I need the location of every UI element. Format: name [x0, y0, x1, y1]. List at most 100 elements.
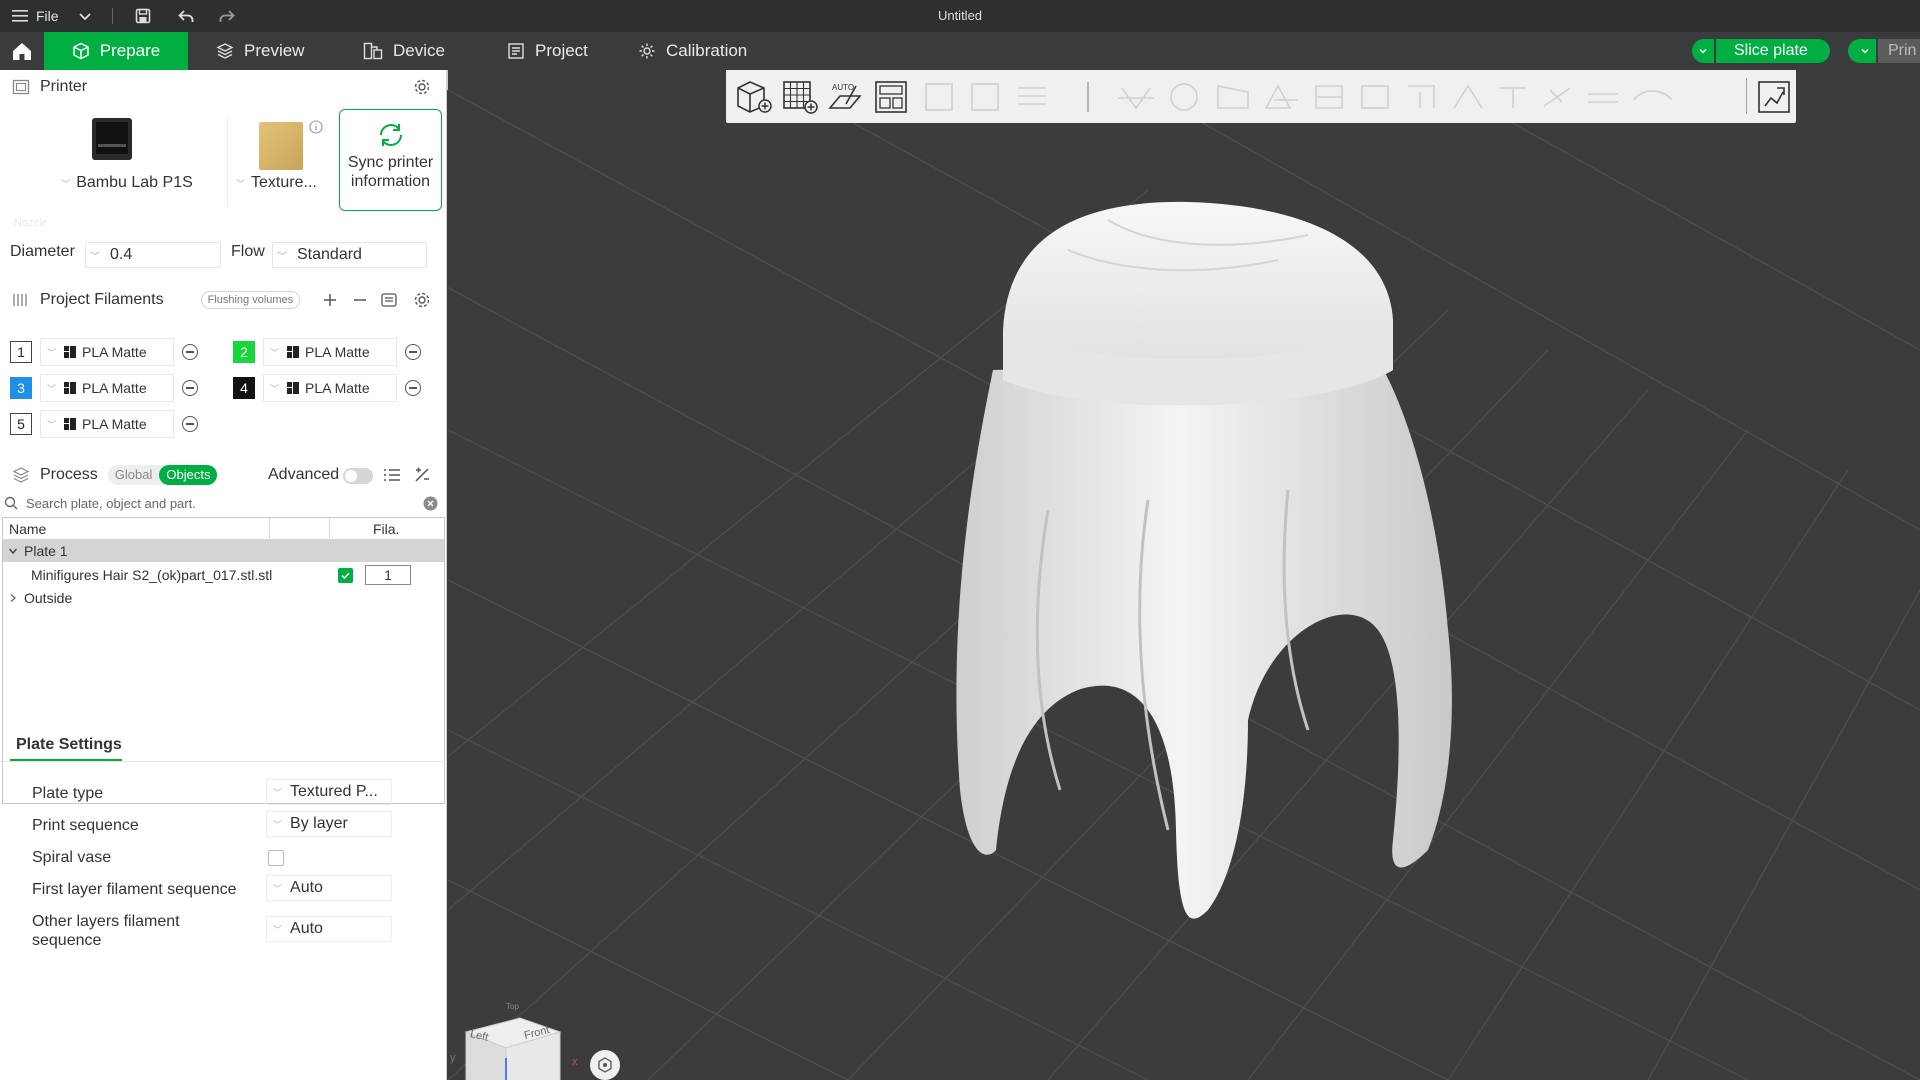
print-dropdown-arrow[interactable] — [1854, 39, 1876, 63]
filament-number-badge[interactable]: 5 — [10, 413, 32, 435]
add-object-icon[interactable] — [734, 78, 774, 116]
3d-viewport[interactable]: Left Front Top y x AUTO — [448, 70, 1920, 1080]
auto-orient-icon[interactable]: AUTO — [826, 78, 866, 116]
filament-settings-gear-icon[interactable] — [413, 291, 431, 309]
filament-number-badge[interactable]: 3 — [10, 377, 32, 399]
reset-view-button[interactable] — [590, 1050, 620, 1080]
filament-slot-3[interactable]: 3 ﹀ PLA Matte — [10, 374, 198, 402]
tree-row-plate[interactable]: Plate 1 — [3, 540, 444, 562]
diameter-select[interactable]: ﹀ 0.4 — [85, 242, 221, 268]
add-plate-icon[interactable] — [780, 78, 820, 116]
filament-name: PLA Matte — [305, 344, 370, 360]
search-placeholder[interactable]: Search plate, object and part. — [26, 496, 196, 511]
filament-number-badge[interactable]: 1 — [10, 341, 32, 363]
plate-type-select[interactable]: ﹀ Textured P... — [266, 779, 392, 805]
tab-device[interactable]: Device — [363, 32, 445, 70]
diameter-label: Diameter — [10, 243, 75, 260]
chevron-down-icon: ﹀ — [273, 883, 283, 894]
tab-project[interactable]: Project — [507, 32, 588, 70]
window-title: Untitled — [937, 8, 983, 23]
advanced-toggle[interactable] — [343, 468, 373, 484]
list-icon[interactable] — [383, 467, 401, 483]
object-search-bar[interactable]: Search plate, object and part. — [4, 492, 444, 514]
filament-select[interactable]: ﹀ PLA Matte — [40, 338, 174, 366]
tree-row-outside[interactable]: Outside — [3, 587, 444, 609]
object-filament-input[interactable]: 1 — [365, 565, 411, 585]
flow-select[interactable]: ﹀ Standard — [272, 242, 427, 268]
spiral-vase-checkbox[interactable] — [268, 850, 284, 866]
chevron-down-icon: ﹀ — [90, 251, 100, 263]
chevron-down-icon: ﹀ — [47, 347, 57, 358]
remove-circle-icon[interactable] — [182, 380, 198, 396]
home-button[interactable] — [0, 32, 44, 70]
add-filament-icon[interactable] — [322, 292, 338, 308]
remove-circle-icon[interactable] — [182, 416, 198, 432]
filament-slot-4[interactable]: 4 ﹀ PLA Matte — [233, 374, 421, 402]
compare-icon[interactable] — [413, 467, 431, 483]
axis-y-label: y — [450, 1052, 456, 1064]
chevron-down-icon: ﹀ — [277, 251, 287, 263]
plate-type-selector[interactable]: ﹀ Texture... — [232, 116, 332, 216]
sync-printer-button[interactable]: Sync printer information — [339, 109, 442, 211]
printer-selector[interactable]: ﹀ Bambu Lab P1S — [52, 116, 202, 216]
printer-section-title: Printer — [40, 78, 88, 95]
printer-settings-gear-icon[interactable] — [413, 78, 431, 96]
tree-col-fila[interactable]: Fila. — [373, 521, 399, 537]
filament-select[interactable]: ﹀ PLA Matte — [263, 338, 397, 366]
remove-filament-icon[interactable] — [352, 292, 368, 308]
process-section-header: Process Global Objects Advanced — [12, 458, 442, 492]
divider — [227, 116, 228, 206]
filament-number-badge[interactable]: 2 — [233, 341, 255, 363]
remove-circle-icon[interactable] — [405, 344, 421, 360]
remove-circle-icon[interactable] — [182, 344, 198, 360]
outside-label: Outside — [24, 590, 73, 606]
filaments-section-header: Project Filaments Flushing volumes — [12, 283, 442, 317]
chevron-down-icon[interactable] — [8, 546, 18, 556]
flushing-volumes-button[interactable]: Flushing volumes — [200, 291, 301, 309]
print-button-group[interactable]: Prin — [1854, 39, 1920, 63]
objects-option[interactable]: Objects — [159, 465, 218, 485]
view-cube-top-label[interactable]: Top — [506, 1002, 519, 1011]
chevron-down-icon: ﹀ — [273, 787, 283, 798]
filament-cube-icon — [287, 382, 300, 394]
clear-search-icon[interactable] — [423, 496, 438, 511]
project-icon — [508, 43, 524, 59]
filament-sync-icon[interactable] — [380, 291, 398, 309]
tab-preview[interactable]: Preview — [216, 32, 304, 70]
filament-cube-icon — [64, 346, 77, 358]
filament-number-badge[interactable]: 4 — [233, 377, 255, 399]
print-sequence-label: Print sequence — [32, 817, 139, 834]
first-layer-sequence-select[interactable]: ﹀ Auto — [266, 875, 392, 901]
chevron-down-icon: ﹀ — [47, 383, 57, 394]
global-option[interactable]: Global — [108, 465, 160, 485]
other-layers-label-line1: Other layers filament — [32, 913, 180, 930]
slice-dropdown[interactable] — [1692, 39, 1714, 63]
process-section-title: Process — [40, 466, 98, 483]
filament-slot-1[interactable]: 1 ﹀ PLA Matte — [10, 338, 198, 366]
slice-plate-button[interactable]: Slice plate — [1692, 39, 1830, 63]
plate-settings-tab[interactable]: Plate Settings — [16, 736, 122, 754]
nozzle-label: Nozzle — [14, 217, 48, 229]
chevron-right-icon[interactable] — [8, 593, 18, 603]
tab-prepare[interactable]: Prepare — [44, 32, 188, 70]
info-icon[interactable] — [309, 120, 323, 134]
remove-circle-icon[interactable] — [405, 380, 421, 396]
filament-select[interactable]: ﹀ PLA Matte — [40, 410, 174, 438]
tab-calibration[interactable]: Calibration — [638, 32, 747, 70]
arrange-icon[interactable] — [872, 78, 912, 116]
other-layers-sequence-select[interactable]: ﹀ Auto — [266, 916, 392, 942]
title-bar: File Untitled — [0, 0, 1920, 32]
tree-col-name[interactable]: Name — [9, 521, 46, 537]
filament-slot-2[interactable]: 2 ﹀ PLA Matte — [233, 338, 421, 366]
chevron-down-icon: ﹀ — [270, 383, 280, 394]
flow-value: Standard — [297, 246, 362, 263]
filament-select[interactable]: ﹀ PLA Matte — [40, 374, 174, 402]
object-visible-checkbox[interactable] — [338, 567, 353, 583]
filament-slot-5[interactable]: 5 ﹀ PLA Matte — [10, 410, 198, 438]
tree-row-object[interactable]: Minifigures Hair S2_(ok)part_017.stl.stl… — [3, 564, 444, 586]
filament-select[interactable]: ﹀ PLA Matte — [263, 374, 397, 402]
process-scope-toggle[interactable]: Global Objects — [107, 465, 218, 485]
layers-icon — [216, 43, 234, 59]
assembly-view-icon[interactable] — [1756, 78, 1792, 116]
print-sequence-select[interactable]: ﹀ By layer — [266, 811, 392, 837]
